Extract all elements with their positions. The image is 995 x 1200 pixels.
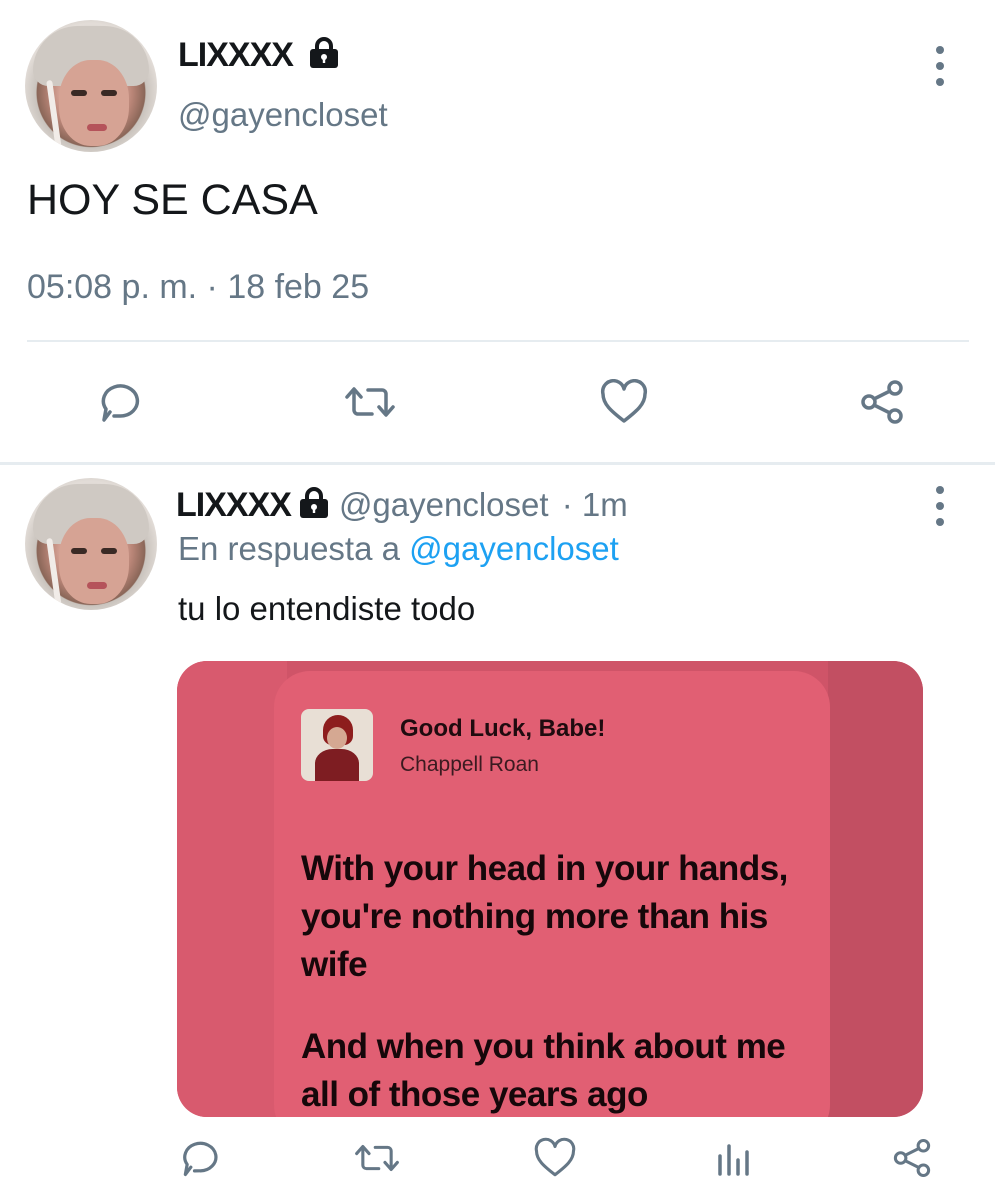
lyrics-text: And when you think about me all of those…	[301, 1027, 786, 1114]
lyrics-card: Good Luck, Babe! Chappell Roan With your…	[274, 671, 830, 1117]
media-image[interactable]: Good Luck, Babe! Chappell Roan With your…	[177, 661, 923, 1117]
song-title: Good Luck, Babe!	[400, 715, 606, 742]
heart-icon	[600, 379, 648, 423]
tweet-text: HOY SE CASA	[27, 176, 318, 224]
share-icon	[893, 1138, 931, 1178]
retweet-button[interactable]	[340, 372, 400, 432]
reply-button[interactable]	[90, 372, 150, 432]
retweet-icon	[355, 1144, 399, 1172]
share-button[interactable]	[882, 1128, 942, 1188]
reply-header: LIXXXX @gayencloset · 1m	[176, 486, 628, 527]
share-icon	[861, 380, 903, 424]
heart-icon	[534, 1137, 576, 1177]
share-button[interactable]	[852, 372, 912, 432]
like-button[interactable]	[594, 372, 654, 432]
avatar[interactable]	[25, 478, 157, 610]
time-ago[interactable]: · 1m	[562, 486, 628, 523]
more-vertical-icon[interactable]	[933, 486, 947, 526]
tweet-text: tu lo entendiste todo	[178, 590, 476, 627]
retweet-button[interactable]	[347, 1128, 407, 1188]
user-handle[interactable]: @gayencloset	[178, 96, 388, 134]
tweet-separator	[0, 462, 995, 465]
reply-icon	[183, 1141, 218, 1177]
reply-icon	[101, 384, 140, 422]
display-name[interactable]: LIXXXX	[176, 486, 292, 524]
like-button[interactable]	[525, 1128, 585, 1188]
in-reply-link[interactable]: @gayencloset	[409, 530, 619, 567]
reply-button[interactable]	[170, 1128, 230, 1188]
lock-icon	[297, 487, 331, 527]
analytics-button[interactable]	[704, 1128, 764, 1188]
tweet-timestamp[interactable]: 05:08 p. m. · 18 feb 25	[27, 268, 369, 307]
in-reply-to: En respuesta a @gayencloset	[178, 530, 619, 568]
user-handle[interactable]: @gayencloset	[339, 486, 549, 523]
divider	[27, 340, 969, 342]
in-reply-label: En respuesta a	[178, 530, 400, 567]
avatar[interactable]	[25, 20, 157, 152]
more-vertical-icon[interactable]	[933, 46, 947, 86]
display-name[interactable]: LIXXXX	[178, 36, 341, 78]
song-artist: Chappell Roan	[400, 753, 539, 776]
lock-icon	[307, 36, 341, 78]
main-tweet: LIXXXX @gayencloset HOY SE CASA 05:08 p.…	[0, 0, 995, 462]
lyrics-text: With your head in your hands, you're not…	[301, 849, 788, 984]
analytics-icon	[718, 1144, 749, 1176]
album-cover	[301, 709, 373, 781]
retweet-icon	[345, 387, 395, 417]
